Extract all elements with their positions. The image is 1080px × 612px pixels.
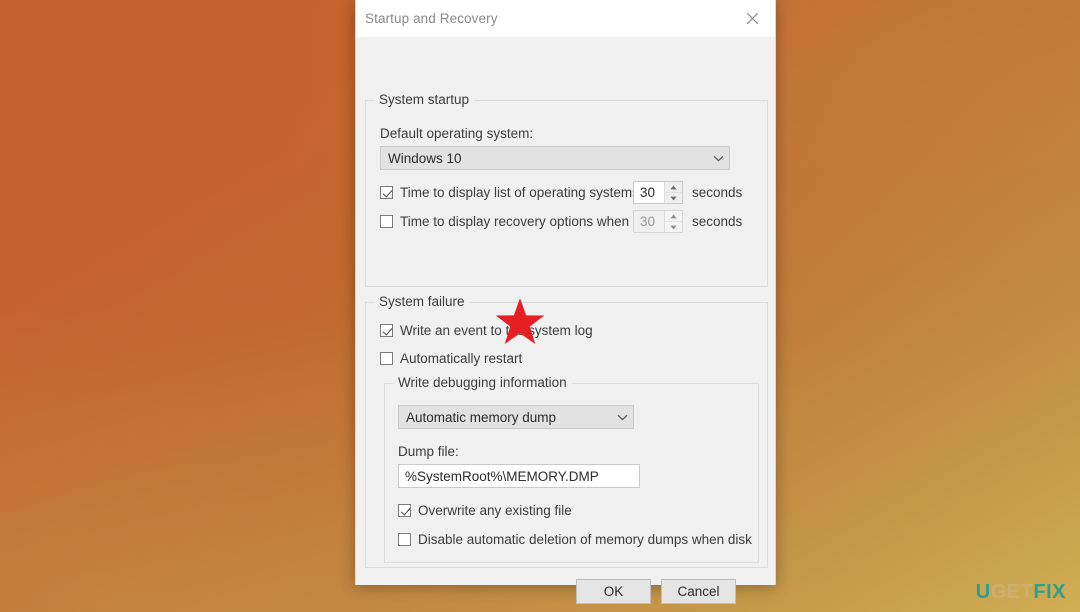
disable-deletion-checkbox-row[interactable]: Disable automatic deletion of memory dum…: [398, 532, 756, 547]
group-write-debug-label: Write debugging information: [394, 375, 572, 390]
group-system-startup-label: System startup: [375, 92, 475, 107]
write-event-label: Write an event to the system log: [400, 323, 593, 338]
overwrite-checkbox[interactable]: [398, 504, 411, 517]
write-event-checkbox[interactable]: [380, 324, 393, 337]
startup-and-recovery-dialog: Startup and Recovery System startup Defa…: [355, 0, 776, 604]
auto-restart-checkbox[interactable]: [380, 352, 393, 365]
watermark-part-u: U: [975, 581, 991, 603]
timeout-recovery-label: Time to display recovery options when ne…: [400, 214, 632, 229]
group-system-startup: System startup Default operating system:…: [365, 92, 768, 287]
watermark-part-fix: FIX: [1033, 581, 1066, 603]
dump-type-value: Automatic memory dump: [406, 409, 557, 425]
timeout-recovery-unit: seconds: [692, 214, 743, 229]
cancel-button[interactable]: Cancel: [661, 579, 736, 604]
dump-file-value: %SystemRoot%\MEMORY.DMP: [405, 468, 599, 484]
dump-file-field[interactable]: %SystemRoot%\MEMORY.DMP: [398, 464, 640, 488]
timeout-recovery-checkbox-row[interactable]: Time to display recovery options when ne…: [380, 214, 632, 229]
timeout-recovery-spinner[interactable]: 30: [633, 210, 683, 233]
dialog-titlebar: Startup and Recovery: [356, 0, 775, 37]
timeout-os-checkbox[interactable]: [380, 186, 393, 199]
group-system-failure: System failure Write an event to the sys…: [365, 294, 768, 568]
dialog-body: System startup Default operating system:…: [356, 37, 775, 604]
disable-deletion-label: Disable automatic deletion of memory dum…: [418, 532, 756, 547]
default-os-dropdown[interactable]: Windows 10: [380, 146, 730, 170]
write-event-checkbox-row[interactable]: Write an event to the system log: [380, 323, 593, 338]
overwrite-checkbox-row[interactable]: Overwrite any existing file: [398, 503, 572, 518]
group-write-debugging-information: Write debugging information Automatic me…: [384, 375, 759, 563]
dialog-title: Startup and Recovery: [365, 11, 498, 26]
overwrite-label: Overwrite any existing file: [418, 503, 572, 518]
timeout-os-unit: seconds: [692, 185, 743, 200]
timeout-os-value: 30: [640, 185, 656, 200]
timeout-os-label: Time to display list of operating system…: [400, 185, 643, 200]
timeout-recovery-value: 30: [640, 214, 656, 229]
timeout-os-spinner[interactable]: 30: [633, 181, 683, 204]
default-os-value: Windows 10: [388, 150, 462, 166]
chevron-down-icon: [611, 414, 633, 421]
ok-button[interactable]: OK: [576, 579, 651, 604]
ugetfix-watermark: UGETFIX: [976, 582, 1066, 602]
dump-type-dropdown[interactable]: Automatic memory dump: [398, 405, 634, 429]
timeout-os-checkbox-row[interactable]: Time to display list of operating system…: [380, 185, 643, 200]
spinner-down-icon[interactable]: [665, 193, 682, 203]
spinner-up-icon[interactable]: [665, 211, 682, 222]
spinner-down-icon[interactable]: [665, 222, 682, 232]
group-system-failure-label: System failure: [375, 294, 470, 309]
timeout-recovery-spinner-buttons: [664, 211, 682, 232]
close-icon[interactable]: [730, 0, 775, 37]
chevron-down-icon: [707, 155, 729, 162]
watermark-part-get: GET: [990, 581, 1034, 603]
spinner-up-icon[interactable]: [665, 182, 682, 193]
timeout-recovery-checkbox[interactable]: [380, 215, 393, 228]
timeout-os-spinner-buttons: [664, 182, 682, 203]
auto-restart-checkbox-row[interactable]: Automatically restart: [380, 351, 522, 366]
close-glyph: [746, 12, 759, 25]
default-os-label: Default operating system:: [380, 126, 534, 141]
auto-restart-label: Automatically restart: [400, 351, 523, 366]
disable-deletion-checkbox[interactable]: [398, 533, 411, 546]
dump-file-label: Dump file:: [398, 444, 459, 459]
